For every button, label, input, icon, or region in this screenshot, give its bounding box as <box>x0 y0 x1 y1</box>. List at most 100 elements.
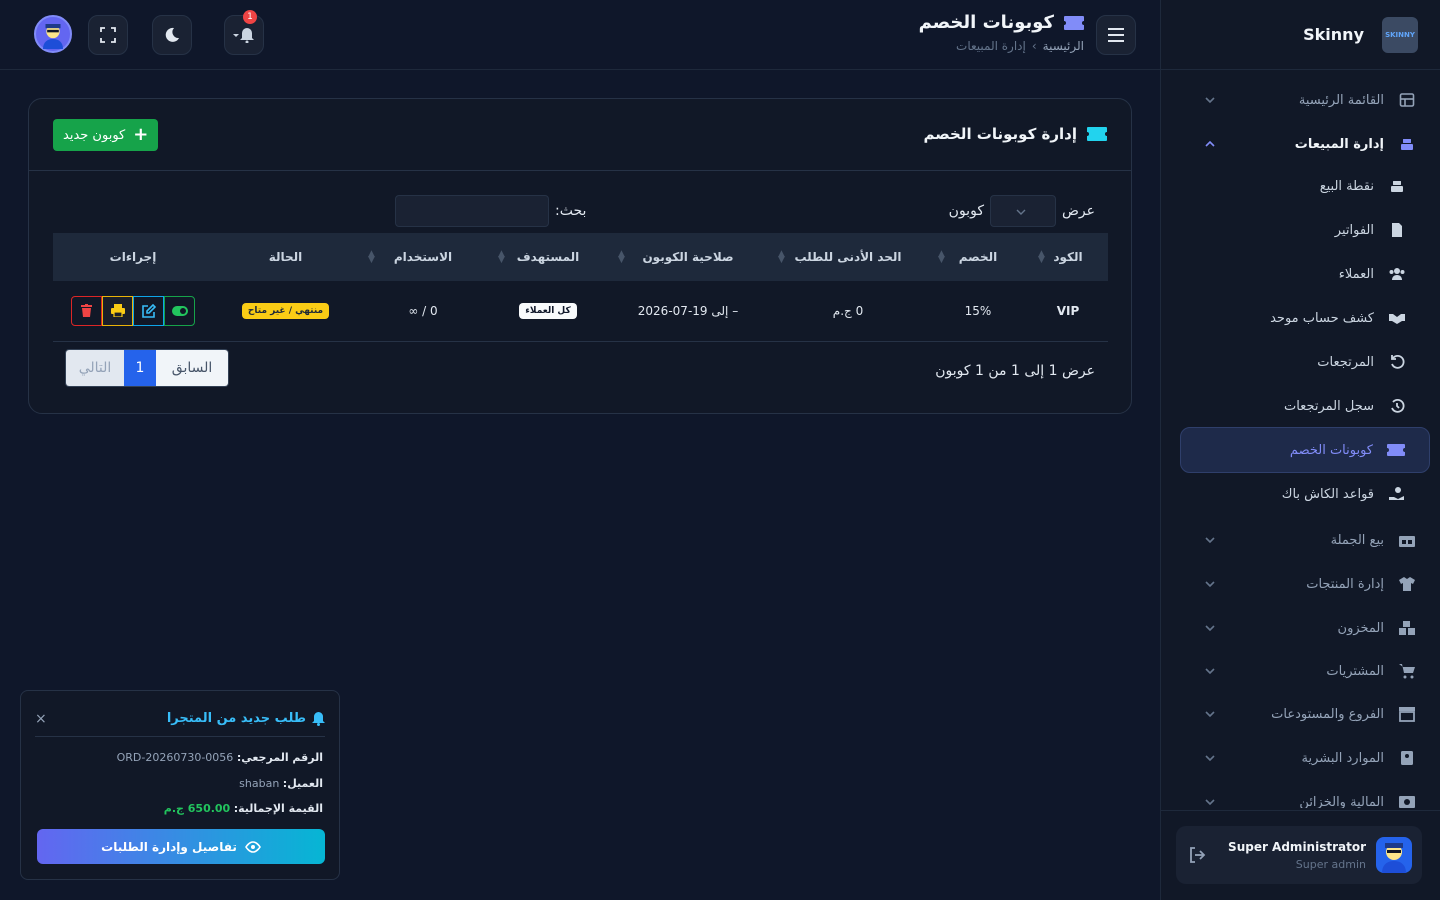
edit-button[interactable] <box>133 295 164 326</box>
invoice-icon <box>1388 221 1406 239</box>
column-header-code[interactable]: الكود ▲ ▼ <box>1028 233 1108 281</box>
sidebar-item-label: المالية والخزائن <box>1299 794 1384 809</box>
warehouse-icon <box>1398 531 1416 549</box>
sort-icon: ▲ ▼ <box>368 249 375 265</box>
money-icon <box>1398 793 1416 808</box>
user-role: Super admin <box>1295 857 1366 871</box>
printer-icon <box>110 304 125 318</box>
sort-icon: ▲ ▼ <box>938 249 945 265</box>
sidebar-item-invoices[interactable]: الفواتير <box>1180 210 1430 250</box>
column-header-usage[interactable]: الاستخدام ▲ ▼ <box>358 233 488 281</box>
card-title-text: إدارة كوبونات الخصم <box>923 125 1077 143</box>
order-details-button[interactable]: تفاصيل وإدارة الطلبات <box>37 829 325 864</box>
profile-avatar[interactable] <box>34 15 72 53</box>
toast-customer-label: العميل: <box>282 777 323 790</box>
sidebar-item-statement[interactable]: كشف حساب موحد <box>1180 298 1430 338</box>
sidebar-item-finance[interactable]: المالية والخزائن <box>1180 782 1430 808</box>
column-header-validity[interactable]: صلاحية الكوبون ▲ ▼ <box>608 233 768 281</box>
column-header-target[interactable]: المستهدف ▲ ▼ <box>488 233 608 281</box>
pagination-previous[interactable]: السابق <box>156 350 228 386</box>
pagination-page-1[interactable]: 1 <box>124 350 156 386</box>
theme-toggle-button[interactable] <box>152 15 192 55</box>
new-coupon-button[interactable]: + كوبون جديد <box>53 119 159 151</box>
trash-icon <box>81 304 92 318</box>
sort-icon: ▲ ▼ <box>1038 249 1045 265</box>
sidebar-item-purchases[interactable]: المشتريات <box>1180 651 1430 691</box>
logout-icon[interactable] <box>1188 846 1206 864</box>
column-header-discount[interactable]: الخصم ▲ ▼ <box>928 233 1028 281</box>
cell-discount: 15% <box>928 281 1028 342</box>
sidebar-item-label: العملاء <box>1338 266 1374 282</box>
sidebar-item-label: إدارة المبيعات <box>1294 136 1384 152</box>
print-button[interactable] <box>102 295 133 326</box>
sidebar-item-label: المخزون <box>1337 620 1384 636</box>
sort-icon: ▲ ▼ <box>618 249 625 265</box>
brand-logo[interactable]: SKINNY <box>1382 16 1418 53</box>
sidebar-item-pos[interactable]: نقطة البيع <box>1180 166 1430 206</box>
ticket-icon <box>1387 441 1405 459</box>
sidebar-item-dashboard[interactable]: القائمة الرئيسية <box>1180 80 1430 120</box>
search-control: بحث: <box>395 195 586 227</box>
column-header-status: الحالة <box>213 233 358 281</box>
page-length-select[interactable] <box>989 195 1056 227</box>
sidebar-user-card[interactable]: Super Administrator Super admin <box>1176 826 1422 884</box>
sidebar: SKINNY Skinny القائمة الرئيسية إدارة الم… <box>1160 0 1440 900</box>
column-header-min-order[interactable]: الحد الأدنى للطلب ▲ ▼ <box>768 233 928 281</box>
chevron-down-icon <box>1205 799 1215 806</box>
brand-logo-text: SKINNY <box>1385 30 1415 39</box>
sidebar-item-products[interactable]: إدارة المنتجات <box>1180 564 1430 604</box>
sidebar-item-label: المرتجعات <box>1317 354 1374 370</box>
breadcrumb: الرئيسية › إدارة المبيعات <box>919 39 1084 53</box>
cell-actions <box>53 281 213 342</box>
table-row: VIP 15% 0 ج.م – إلى 19-07-2026 كل العملا… <box>53 281 1108 342</box>
sidebar-item-returns-log[interactable]: سجل المرتجعات <box>1180 386 1430 426</box>
new-order-toast: طلب جديد من المتجرا × الرقم المرجعي: ORD… <box>20 690 340 880</box>
coupons-card: إدارة كوبونات الخصم + كوبون جديد عرض كوب… <box>28 98 1132 414</box>
plus-icon: + <box>133 124 149 145</box>
toggle-on-icon <box>171 305 188 316</box>
notifications-button[interactable]: 1 <box>224 10 264 55</box>
store-icon <box>1398 705 1416 723</box>
sidebar-item-hr[interactable]: الموارد البشرية <box>1180 738 1430 778</box>
ticket-icon <box>1087 127 1107 141</box>
sidebar-item-label: الموارد البشرية <box>1301 750 1384 766</box>
toggle-status-button[interactable] <box>164 295 195 326</box>
sidebar-item-label: سجل المرتجعات <box>1283 398 1374 414</box>
sidebar-item-label: كشف حساب موحد <box>1270 310 1374 326</box>
delete-button[interactable] <box>71 295 102 326</box>
toast-customer-value: shaban <box>239 777 280 790</box>
page-length-control: عرض كوبون <box>949 195 1095 227</box>
toast-reference: الرقم المرجعي: ORD-20260730-0056 <box>117 751 323 764</box>
sidebar-item-customers[interactable]: العملاء <box>1180 254 1430 294</box>
sidebar-item-cashback[interactable]: قواعد الكاش باك <box>1180 474 1430 514</box>
fullscreen-button[interactable] <box>88 15 128 55</box>
notification-badge: 1 <box>243 10 257 24</box>
toast-ref-label: الرقم المرجعي: <box>236 751 323 764</box>
sidebar-item-branches[interactable]: الفروع والمستودعات <box>1180 694 1430 734</box>
order-details-label: تفاصيل وإدارة الطلبات <box>101 839 237 854</box>
breadcrumb-home[interactable]: الرئيسية <box>1043 39 1084 53</box>
sidebar-item-returns[interactable]: المرتجعات <box>1180 342 1430 382</box>
page-title: كوبونات الخصم <box>919 12 1084 33</box>
search-input[interactable] <box>395 195 549 227</box>
eye-icon <box>244 840 261 853</box>
sidebar-item-wholesale[interactable]: بيع الجملة <box>1180 520 1430 560</box>
user-name: Super Administrator <box>1228 839 1366 854</box>
sidebar-item-label: بيع الجملة <box>1330 532 1384 548</box>
sidebar-brand: SKINNY Skinny <box>1161 0 1440 70</box>
cell-validity: – إلى 19-07-2026 <box>608 281 768 342</box>
menu-toggle-button[interactable] <box>1096 15 1136 55</box>
chevron-down-icon <box>1205 711 1215 718</box>
cash-register-icon <box>1398 135 1416 153</box>
cell-usage: 0 / ∞ <box>358 281 488 342</box>
toast-close-button[interactable]: × <box>35 711 47 727</box>
sidebar-item-inventory[interactable]: المخزون <box>1180 608 1430 648</box>
sidebar-item-coupons[interactable]: كوبونات الخصم <box>1180 427 1430 473</box>
table-header-row: الكود ▲ ▼ الخصم ▲ ▼ الحد الأدنى للطلب ▲ ▼ صلاح… <box>53 233 1108 281</box>
toast-total: القيمة الإجمالية: 650.00 ج.م <box>164 802 323 815</box>
cell-target: كل العملاء <box>488 281 608 342</box>
sort-icon: ▲ ▼ <box>778 249 785 265</box>
sidebar-item-sales[interactable]: إدارة المبيعات <box>1180 124 1430 164</box>
pagination-next[interactable]: التالي <box>66 350 124 386</box>
hamburger-icon <box>1108 28 1124 42</box>
